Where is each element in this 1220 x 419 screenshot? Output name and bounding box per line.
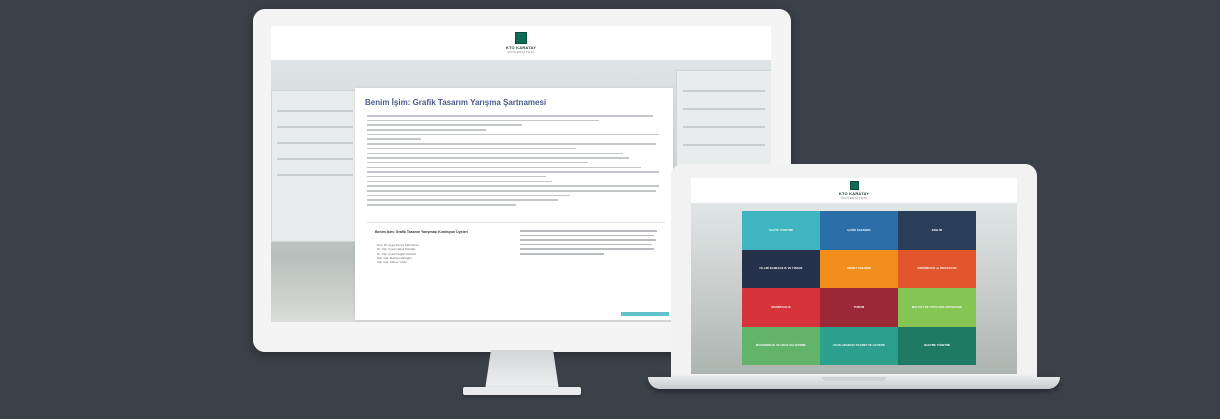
laptop-notch	[822, 377, 886, 381]
site-header: KTO KARATAY ÜNİVERSİTESİ	[691, 178, 1017, 203]
logo-subtitle: ÜNİVERSİTESİ	[507, 50, 535, 54]
category-tile[interactable]: GİRİŞİMCİLİK ve İNOVASYON	[898, 249, 976, 288]
page-title: Benim İşim: Grafik Tasarım Yarışma Şartn…	[365, 98, 547, 107]
category-tile[interactable]: MALİYET VE FİYATLAMA SİSTEMLERİ	[898, 288, 976, 327]
monitor-foot	[463, 387, 581, 395]
committee-heading: Benim İşim: Grafik Tasarım Yarışması Kom…	[375, 230, 468, 234]
monitor-stand	[485, 350, 559, 390]
competition-spec-card: Benim İşim: Grafik Tasarım Yarışma Şartn…	[355, 88, 673, 320]
university-logo-icon[interactable]	[515, 32, 527, 44]
committee-list: Doç. Dr. Ayşe Derya Kahraman Dr. Öğr. Üy…	[377, 243, 419, 264]
category-tile[interactable]: İŞLETME YÖNETİMİ	[898, 326, 976, 365]
laptop-screen: KTO KARATAY ÜNİVERSİTESİ KALİTE YÖNETİMİ…	[691, 178, 1017, 374]
list-item: Öğr. Gör. Ahmet Yıldız	[377, 260, 407, 265]
list-item: Dr. Öğr. Üyesi Hülya Karoğlu	[377, 247, 416, 252]
submission-note	[520, 230, 660, 258]
category-tile-grid: KALİTE YÖNETİMİ ÇAĞRI KAZANMA ERELİM İSLAMİ…	[742, 211, 976, 365]
category-tile[interactable]: SİGORTACILIK	[742, 288, 820, 327]
spec-bullet-list	[367, 115, 665, 209]
category-tile[interactable]: İSLAMİ BANKACILIK VE FİNANS	[742, 249, 820, 288]
category-tile[interactable]: ERELİM	[898, 211, 976, 250]
submit-button[interactable]	[621, 312, 669, 316]
section-divider	[367, 222, 665, 223]
logo-subtitle: ÜNİVERSİTESİ	[840, 196, 868, 200]
category-tile[interactable]: ULUSLARARASI TİCARET VE LOJİSTİK	[820, 326, 898, 365]
building-left	[271, 90, 363, 242]
site-header: KTO KARATAY ÜNİVERSİTESİ	[271, 26, 771, 60]
category-tile[interactable]: MÜHENDİSLİK VE ÜRÜN GELİŞTİRME	[742, 326, 820, 365]
laptop: KTO KARATAY ÜNİVERSİTESİ KALİTE YÖNETİMİ…	[671, 164, 1037, 377]
category-tile[interactable]: ÇAĞRI KAZANMA	[820, 211, 898, 250]
category-tile[interactable]: HİZMET TASARIMI	[820, 249, 898, 288]
university-logo-icon[interactable]	[849, 181, 859, 190]
category-tile[interactable]: KALİTE YÖNETİMİ	[742, 211, 820, 250]
category-tile[interactable]: TURİZM	[820, 288, 898, 327]
